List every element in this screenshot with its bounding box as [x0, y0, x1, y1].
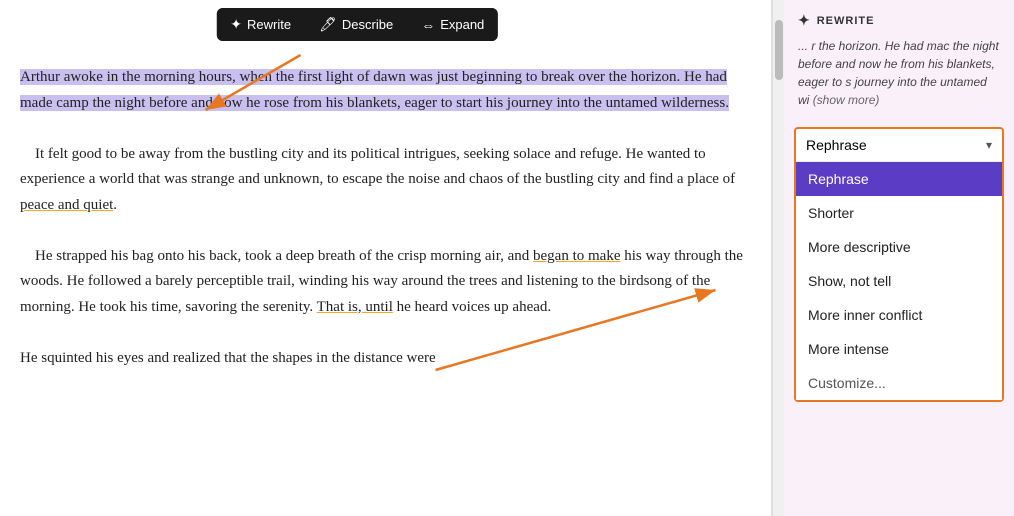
rewrite-section: ✦ REWRITE ... r the horizon. He had mac …: [784, 0, 1014, 119]
dropdown-selected-row[interactable]: Rephrase ▾: [796, 129, 1002, 162]
rewrite-preview-text: ... r the horizon. He had mac the night …: [798, 37, 1000, 109]
describe-label: Describe: [342, 17, 393, 32]
option-label-more-inner-conflict: More inner conflict: [808, 307, 922, 323]
rewrite-panel-icon: ✦: [798, 12, 811, 29]
right-panel: ✦ REWRITE ... r the horizon. He had mac …: [784, 0, 1014, 516]
paragraph-1: Arthur awoke in the morning hours, when …: [20, 65, 751, 116]
show-more-link[interactable]: (show more): [813, 93, 880, 107]
chevron-down-icon: ▾: [986, 138, 992, 152]
highlighted-text: Arthur awoke in the morning hours, when …: [20, 69, 729, 111]
dropdown-option-show-not-tell[interactable]: Show, not tell: [796, 264, 1002, 298]
paragraph-2: It felt good to be away from the bustlin…: [20, 142, 751, 219]
rewrite-button[interactable]: ✦ Rewrite: [216, 8, 305, 41]
expand-button[interactable]: ⇔ Expand: [407, 8, 498, 41]
rewrite-header: ✦ REWRITE: [798, 12, 1000, 29]
describe-button[interactable]: 🖊 Describe: [305, 8, 407, 41]
dropdown-option-customize[interactable]: Customize...: [796, 366, 1002, 400]
underline-began: began to make: [533, 248, 620, 264]
scrollbar[interactable]: [772, 0, 784, 516]
dropdown-option-shorter[interactable]: Shorter: [796, 196, 1002, 230]
option-label-rephrase: Rephrase: [808, 171, 869, 187]
expand-icon: ⇔: [421, 17, 435, 33]
rewrite-icon: ✦: [230, 16, 242, 33]
editor-area: ✦ Rewrite 🖊 Describe ⇔ Expand Arthur awo…: [0, 0, 772, 516]
underline-that-is: That is, until: [317, 299, 393, 315]
paragraph-3: He strapped his bag onto his back, took …: [20, 244, 751, 321]
option-label-show-not-tell: Show, not tell: [808, 273, 891, 289]
option-label-shorter: Shorter: [808, 205, 854, 221]
option-label-customize: Customize...: [808, 375, 886, 391]
dropdown-option-more-descriptive[interactable]: More descriptive: [796, 230, 1002, 264]
text-content: Arthur awoke in the morning hours, when …: [20, 65, 751, 371]
dropdown-option-rephrase[interactable]: Rephrase: [796, 162, 1002, 196]
rewrite-section-title: REWRITE: [817, 15, 875, 27]
dropdown-options: Rephrase Shorter More descriptive Show, …: [796, 162, 1002, 400]
expand-label: Expand: [440, 17, 484, 32]
toolbar: ✦ Rewrite 🖊 Describe ⇔ Expand: [216, 8, 498, 41]
dropdown-option-more-inner-conflict[interactable]: More inner conflict: [796, 298, 1002, 332]
paragraph-4: He squinted his eyes and realized that t…: [20, 346, 751, 372]
dropdown-selected-label: Rephrase: [806, 137, 867, 153]
option-label-more-intense: More intense: [808, 341, 889, 357]
option-label-more-descriptive: More descriptive: [808, 239, 911, 255]
rewrite-label: Rewrite: [247, 17, 291, 32]
underline-peace: peace and quiet: [20, 197, 113, 213]
describe-icon: 🖊: [319, 16, 337, 33]
dropdown-container[interactable]: Rephrase ▾ Rephrase Shorter More descrip…: [794, 127, 1004, 402]
dropdown-option-more-intense[interactable]: More intense: [796, 332, 1002, 366]
scrollbar-thumb[interactable]: [775, 20, 783, 80]
